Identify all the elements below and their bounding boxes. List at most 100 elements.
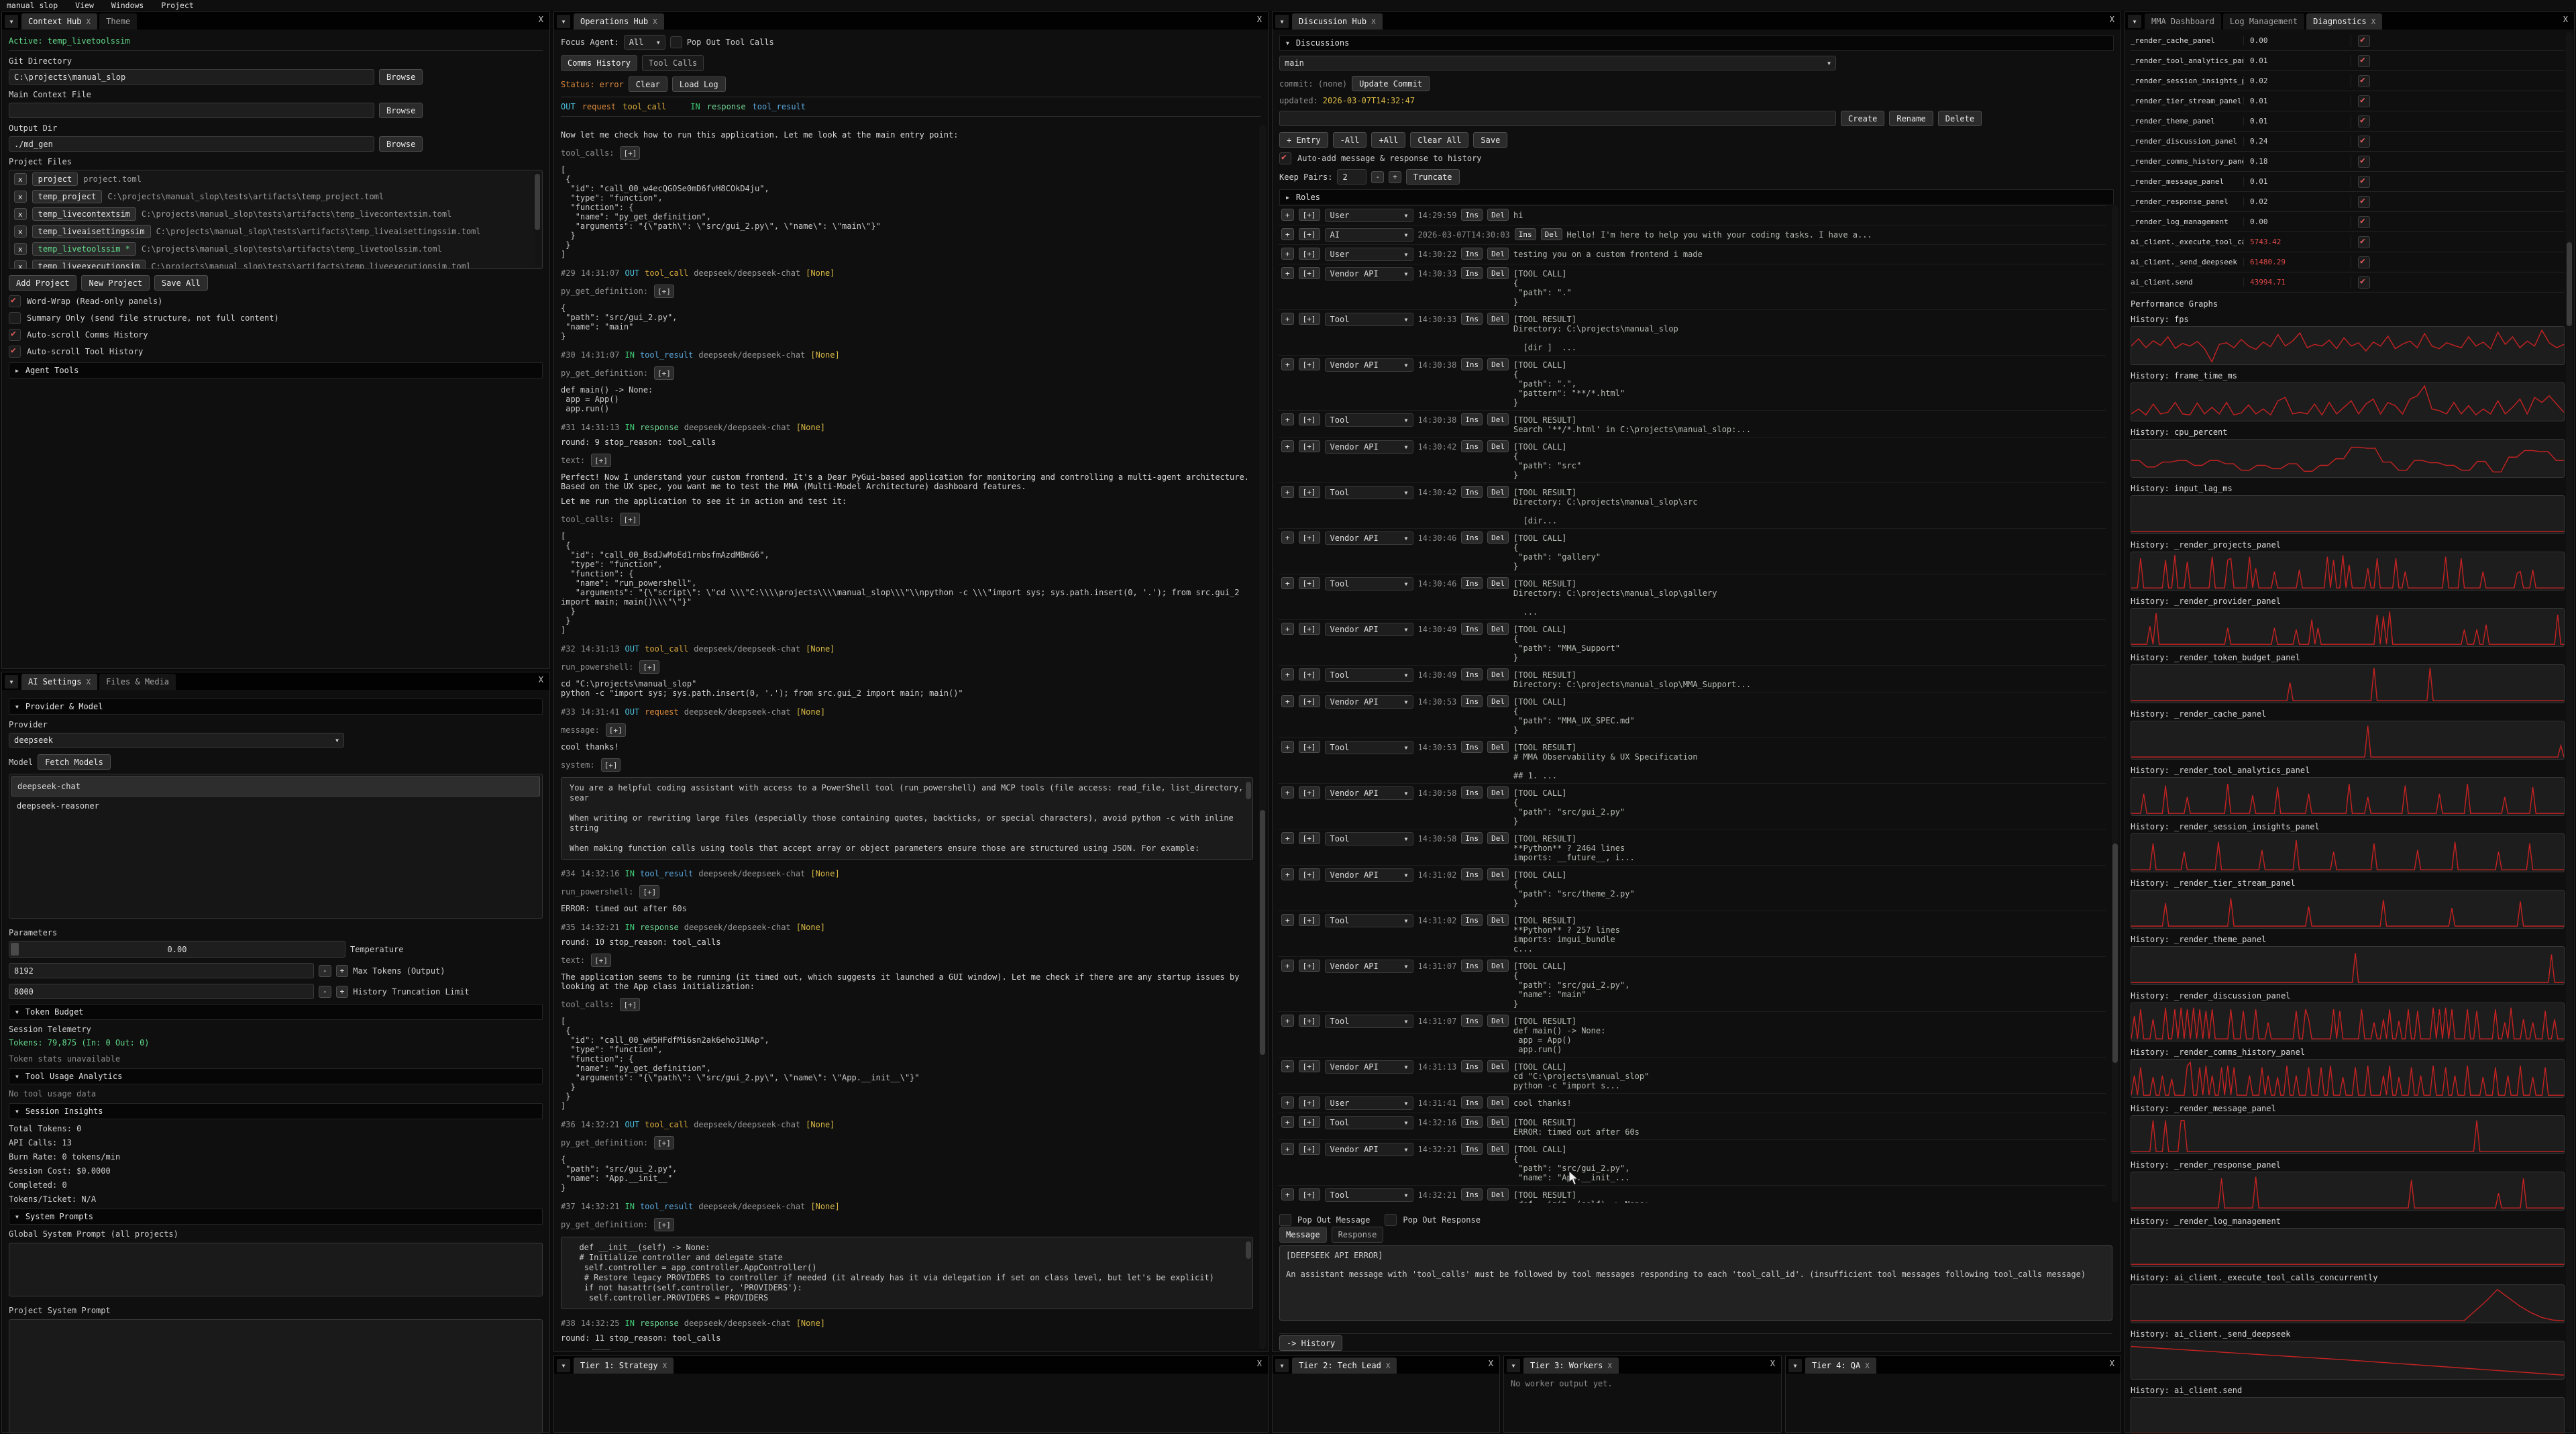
timing-checkbox[interactable] [2358, 35, 2370, 47]
token-budget-section[interactable]: ▼Token Budget [9, 1004, 543, 1020]
expand-button[interactable]: [+] [591, 954, 611, 967]
collapse-icon[interactable]: ▼ [1788, 1359, 1802, 1372]
autoscroll-tools-checkbox[interactable] [9, 346, 21, 358]
tab-diagnostics[interactable]: DiagnosticsX [2306, 13, 2382, 30]
expand-button[interactable]: [+] [620, 513, 640, 526]
expand-button[interactable]: [+] [601, 758, 621, 772]
scrollbar-thumb[interactable] [1246, 782, 1251, 799]
entry-role-select[interactable]: Tool▼ [1325, 668, 1413, 682]
delete-entry-button[interactable]: Del [1487, 695, 1509, 707]
timing-checkbox[interactable] [2358, 75, 2370, 87]
scrollbar-thumb[interactable] [1246, 1241, 1251, 1259]
message-textarea[interactable]: [DEEPSEEK API ERROR] An assistant messag… [1279, 1245, 2112, 1321]
expand-entry-button[interactable]: [+] [1299, 868, 1320, 880]
insert-entry-button[interactable]: Ins [1461, 960, 1483, 972]
insert-entry-button[interactable]: Ins [1461, 440, 1483, 452]
expand-all-button[interactable]: +All [1371, 132, 1405, 148]
timing-checkbox[interactable] [2358, 55, 2370, 67]
delete-entry-button[interactable]: Del [1487, 531, 1509, 544]
tab-tier4-qa[interactable]: Tier 4: QAX [1805, 1358, 1876, 1374]
rename-discussion-button[interactable]: Rename [1889, 111, 1933, 126]
add-before-button[interactable]: + [1281, 1060, 1294, 1072]
tool-usage-section[interactable]: ▼Tool Usage Analytics [9, 1068, 543, 1084]
insert-entry-button[interactable]: Ins [1461, 914, 1483, 926]
keep-pairs-input[interactable]: 2 [1337, 169, 1366, 185]
delete-entry-button[interactable]: Del [1541, 228, 1562, 240]
tab-files-media[interactable]: Files & Media [99, 674, 176, 690]
tab-theme[interactable]: Theme [99, 13, 137, 30]
expand-entry-button[interactable]: [+] [1299, 1143, 1320, 1155]
insert-entry-button[interactable]: Ins [1461, 248, 1483, 260]
scrollbar-thumb[interactable] [1260, 810, 1265, 1055]
expand-entry-button[interactable]: [+] [1299, 413, 1320, 425]
close-icon[interactable]: X [2563, 15, 2568, 24]
insert-entry-button[interactable]: Ins [1461, 209, 1483, 221]
add-before-button[interactable]: + [1281, 358, 1294, 370]
delete-discussion-button[interactable]: Delete [1938, 111, 1982, 126]
add-before-button[interactable]: + [1281, 1188, 1294, 1200]
model-option-deepseek-chat[interactable]: deepseek-chat [11, 776, 540, 797]
collapse-icon[interactable]: ▼ [2128, 15, 2141, 28]
keep-pairs-plus-button[interactable]: + [1389, 171, 1401, 183]
entries-scrollbar[interactable] [2112, 205, 2118, 1202]
tab-close-icon[interactable]: X [1371, 17, 1376, 26]
autoscroll-comms-checkbox[interactable] [9, 329, 21, 341]
add-before-button[interactable]: + [1281, 1015, 1294, 1027]
temperature-slider[interactable]: 0.00 [9, 941, 345, 958]
project-file-chip[interactable]: temp_liveaisettingssim [32, 225, 151, 238]
discussion-select[interactable]: main▼ [1279, 56, 1836, 70]
entry-role-select[interactable]: Tool▼ [1325, 1116, 1413, 1129]
delete-entry-button[interactable]: Del [1487, 413, 1509, 425]
browse-context-button[interactable]: Browse [379, 103, 423, 118]
truncate-button[interactable]: Truncate [1406, 169, 1460, 185]
system-prompts-section[interactable]: ▼System Prompts [9, 1209, 543, 1225]
scrollbar-thumb[interactable] [2567, 242, 2572, 326]
focus-agent-select[interactable]: All▼ [624, 35, 665, 50]
close-icon[interactable]: X [539, 15, 543, 24]
entry-role-select[interactable]: Tool▼ [1325, 577, 1413, 591]
expand-button[interactable]: [+] [639, 660, 659, 674]
tab-tier1-strategy[interactable]: Tier 1: StrategyX [574, 1358, 674, 1374]
clear-all-button[interactable]: Clear All [1410, 132, 1468, 148]
entry-role-select[interactable]: AI▼ [1325, 228, 1413, 242]
delete-entry-button[interactable]: Del [1487, 868, 1509, 880]
project-file-chip[interactable]: temp_liveexecutionsim [32, 260, 146, 269]
popout-message-checkbox[interactable] [1279, 1214, 1291, 1226]
expand-entry-button[interactable]: [+] [1299, 741, 1320, 753]
delete-entry-button[interactable]: Del [1487, 1096, 1509, 1109]
expand-entry-button[interactable]: [+] [1299, 914, 1320, 926]
add-before-button[interactable]: + [1281, 695, 1294, 707]
save-discussion-button[interactable]: Save [1473, 132, 1507, 148]
popout-toolcalls-checkbox[interactable] [670, 36, 682, 48]
insert-entry-button[interactable]: Ins [1461, 1060, 1483, 1072]
menu-item-manual-slop[interactable]: manual slop [7, 1, 58, 10]
word-wrap-checkbox[interactable] [9, 295, 21, 307]
insert-entry-button[interactable]: Ins [1461, 786, 1483, 799]
entry-role-select[interactable]: Vendor API▼ [1325, 695, 1413, 709]
menu-item-windows[interactable]: Windows [111, 1, 144, 10]
history-limit-minus-button[interactable]: - [319, 986, 331, 998]
insert-entry-button[interactable]: Ins [1461, 1015, 1483, 1027]
session-insights-section[interactable]: ▼Session Insights [9, 1103, 543, 1119]
delete-entry-button[interactable]: Del [1487, 358, 1509, 370]
add-before-button[interactable]: + [1281, 531, 1294, 544]
expand-entry-button[interactable]: [+] [1299, 358, 1320, 370]
insert-entry-button[interactable]: Ins [1461, 1096, 1483, 1109]
delete-entry-button[interactable]: Del [1487, 786, 1509, 799]
entry-role-select[interactable]: Tool▼ [1325, 914, 1413, 927]
expand-entry-button[interactable]: [+] [1299, 1060, 1320, 1072]
expand-entry-button[interactable]: [+] [1299, 623, 1320, 635]
project-file-chip[interactable]: temp_project [32, 190, 103, 203]
expand-entry-button[interactable]: [+] [1299, 267, 1320, 279]
insert-entry-button[interactable]: Ins [1461, 486, 1483, 498]
insert-entry-button[interactable]: Ins [1461, 623, 1483, 635]
project-file-chip[interactable]: project [32, 172, 78, 186]
tab-close-icon[interactable]: X [86, 17, 91, 26]
add-before-button[interactable]: + [1281, 623, 1294, 635]
insert-entry-button[interactable]: Ins [1515, 228, 1536, 240]
close-icon[interactable]: X [1770, 1359, 1775, 1368]
menu-item-project[interactable]: Project [161, 1, 193, 10]
insert-entry-button[interactable]: Ins [1461, 577, 1483, 589]
insert-entry-button[interactable]: Ins [1461, 741, 1483, 753]
expand-button[interactable]: [+] [620, 998, 640, 1011]
